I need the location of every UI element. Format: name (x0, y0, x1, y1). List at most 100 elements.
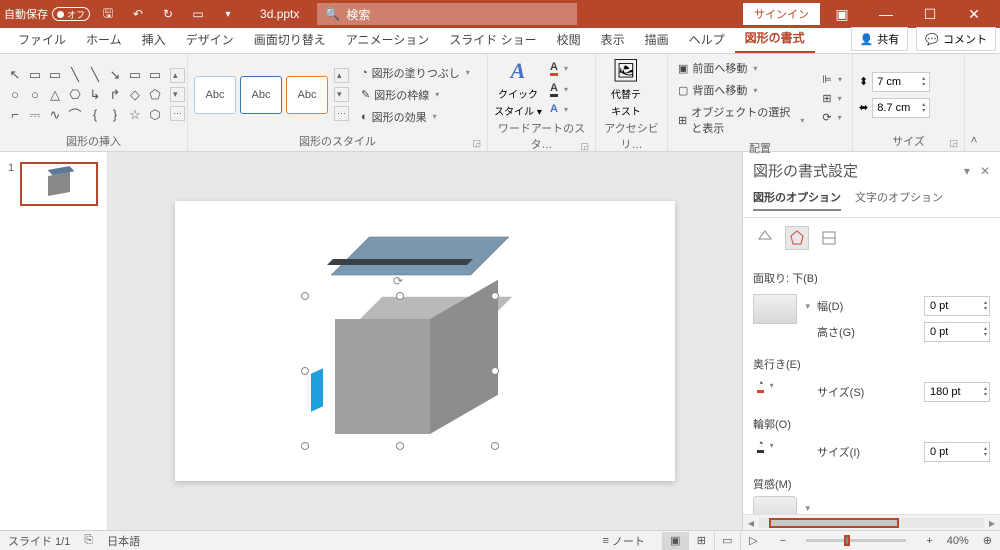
shape-style-3[interactable]: Abc (286, 76, 328, 114)
bring-forward-button[interactable]: ▣前面へ移動▾ (674, 58, 808, 78)
dialog-launcher-icon[interactable]: ◲ (472, 138, 481, 149)
contour-size-input[interactable]: 0 pt▴▾ (924, 442, 990, 462)
send-backward-icon: ▢ (678, 84, 688, 97)
sorter-view-icon[interactable]: ⊞ (688, 532, 714, 550)
align-button[interactable]: ⊫▾ (818, 71, 846, 88)
text-effects-button[interactable]: A▾ (546, 101, 572, 117)
slide-thumbnails: 1 (0, 152, 108, 530)
maximize-icon[interactable]: ☐ (908, 0, 952, 28)
send-backward-button[interactable]: ▢背面へ移動▾ (674, 80, 808, 100)
ribbon-tabs: ファイル ホーム 挿入 デザイン 画面切り替え アニメーション スライド ショー… (0, 28, 1000, 54)
text-outline-button[interactable]: A▾ (546, 80, 572, 99)
shape-style-1[interactable]: Abc (194, 76, 236, 114)
rotate-handle-icon[interactable]: ⟳ (393, 274, 407, 288)
bevel-height-input[interactable]: 0 pt▴▾ (924, 322, 990, 342)
ribbon-display-icon[interactable]: ▣ (820, 0, 864, 28)
group-label-accessibility: アクセシビリ… (604, 123, 658, 151)
tab-home[interactable]: ホーム (76, 26, 132, 53)
tab-transitions[interactable]: 画面切り替え (244, 26, 336, 53)
language-indicator[interactable]: 日本語 (107, 533, 140, 549)
tab-animations[interactable]: アニメーション (336, 26, 440, 53)
zoom-out-icon[interactable]: − (780, 535, 786, 547)
contour-color-picker[interactable]: ◔▾ (753, 436, 797, 455)
fill-line-tab-icon[interactable] (753, 226, 777, 250)
zoom-slider[interactable] (806, 539, 906, 542)
shape-styles-more[interactable]: ▴▾⋯ (334, 66, 349, 124)
qat-customize-icon[interactable]: ▾ (216, 2, 240, 26)
zoom-level[interactable]: 40% (947, 535, 969, 547)
bevel-preset-picker[interactable]: ▾ (753, 294, 797, 324)
autosave-toggle[interactable]: 自動保存 オフ (4, 6, 90, 22)
slideshow-view-icon[interactable]: ▷ (740, 532, 766, 550)
tab-slideshow[interactable]: スライド ショー (439, 26, 546, 53)
shape-effects-button[interactable]: ◐図形の効果▾ (357, 107, 474, 127)
thumbnail-slide-1[interactable]: 1 (8, 162, 99, 206)
contour-section: 輪郭(O) (753, 416, 990, 432)
tab-view[interactable]: 表示 (591, 26, 635, 53)
shapes-gallery-more[interactable]: ▴▾⋯ (170, 66, 185, 124)
group-label-insert-shapes: 図形の挿入 (66, 136, 121, 148)
shape-3d-plate[interactable] (350, 221, 490, 291)
slide-canvas[interactable]: ⟳ (108, 152, 742, 530)
selection-pane-button[interactable]: ⊞オブジェクトの選択と表示▾ (674, 102, 808, 138)
tab-file[interactable]: ファイル (8, 26, 76, 53)
align-icon: ⊫ (822, 73, 832, 86)
dialog-launcher-icon[interactable]: ◲ (949, 138, 958, 149)
selection-box[interactable]: ⟳ (305, 296, 495, 446)
text-fill-button[interactable]: A▾ (546, 59, 572, 78)
pane-options-icon[interactable]: ▾ (964, 164, 970, 178)
size-properties-tab-icon[interactable] (817, 226, 841, 250)
spellcheck-icon[interactable]: ⎘ (84, 534, 93, 547)
reading-view-icon[interactable]: ▭ (714, 532, 740, 550)
save-icon[interactable]: 🖫 (96, 2, 120, 26)
rotate-button[interactable]: ⟳▾ (818, 109, 846, 126)
collapse-ribbon-icon[interactable]: ˄ (965, 54, 983, 151)
redo-icon[interactable]: ↻ (156, 2, 180, 26)
tab-shape-format[interactable]: 図形の書式 (735, 24, 815, 53)
shape-height-input[interactable]: ⬍7 cm▴▾ (859, 72, 930, 92)
shapes-gallery[interactable]: ↖▭▭╲╲↘▭▭ ○○△⎔↳↱◇⬠ ⌐⎓∿⌒{}☆⬡ (6, 66, 164, 124)
group-button[interactable]: ⊞▾ (818, 90, 846, 107)
minimize-icon[interactable]: — (864, 0, 908, 28)
notes-icon: ≡ (602, 535, 608, 547)
tab-draw[interactable]: 描画 (635, 26, 679, 53)
height-icon: ⬍ (859, 75, 868, 88)
search-icon: 🔍 (325, 7, 340, 21)
pane-tab-shape-options[interactable]: 図形のオプション (753, 189, 841, 211)
bevel-bottom-section: 面取り: 下(B) (753, 270, 990, 286)
depth-size-input[interactable]: 180 pt▴▾ (924, 382, 990, 402)
shape-fill-button[interactable]: ◔図形の塗りつぶし▾ (357, 63, 474, 83)
slide-indicator[interactable]: スライド 1/1 (8, 533, 70, 549)
fit-to-window-icon[interactable]: ⊕ (983, 534, 992, 547)
title-bar: 自動保存 オフ 🖫 ↶ ↻ ▭ ▾ 3d.pptx 🔍 検索 サインイン ▣ —… (0, 0, 1000, 28)
tab-design[interactable]: デザイン (176, 26, 244, 53)
effects-tab-icon[interactable] (785, 226, 809, 250)
quick-styles-button[interactable]: A クイック スタイル ▾ (494, 58, 542, 118)
tab-review[interactable]: 校閲 (547, 26, 591, 53)
zoom-in-icon[interactable]: + (926, 535, 932, 547)
signin-button[interactable]: サインイン (743, 3, 820, 25)
depth-color-picker[interactable]: ◔▾ (753, 376, 797, 395)
tab-help[interactable]: ヘルプ (679, 26, 735, 53)
alt-text-button[interactable]: 🖼 代替テ キスト (602, 58, 650, 118)
search-box[interactable]: 🔍 検索 (317, 3, 577, 25)
pane-close-icon[interactable]: ✕ (980, 164, 990, 178)
normal-view-icon[interactable]: ▣ (662, 532, 688, 550)
share-button[interactable]: 👤共有 (851, 27, 909, 51)
pane-horizontal-scrollbar[interactable]: ◂▸ (743, 514, 1000, 530)
pane-tab-text-options[interactable]: 文字のオプション (855, 189, 943, 211)
close-icon[interactable]: ✕ (952, 0, 996, 28)
bevel-width-input[interactable]: 0 pt▴▾ (924, 296, 990, 316)
shape-width-input[interactable]: ⬌8.7 cm▴▾ (859, 98, 930, 118)
shape-style-2[interactable]: Abc (240, 76, 282, 114)
slideshow-start-icon[interactable]: ▭ (186, 2, 210, 26)
notes-button[interactable]: ≡ノート (599, 533, 647, 549)
slide: ⟳ (175, 201, 675, 481)
shape-outline-button[interactable]: ✎図形の枠線▾ (357, 85, 474, 105)
wordart-icon: A (511, 58, 526, 84)
tab-insert[interactable]: 挿入 (132, 26, 176, 53)
comment-button[interactable]: 💬コメント (916, 27, 996, 51)
dialog-launcher-icon[interactable]: ◲ (580, 141, 589, 152)
undo-icon[interactable]: ↶ (126, 2, 150, 26)
depth-section: 奥行き(E) (753, 356, 990, 372)
